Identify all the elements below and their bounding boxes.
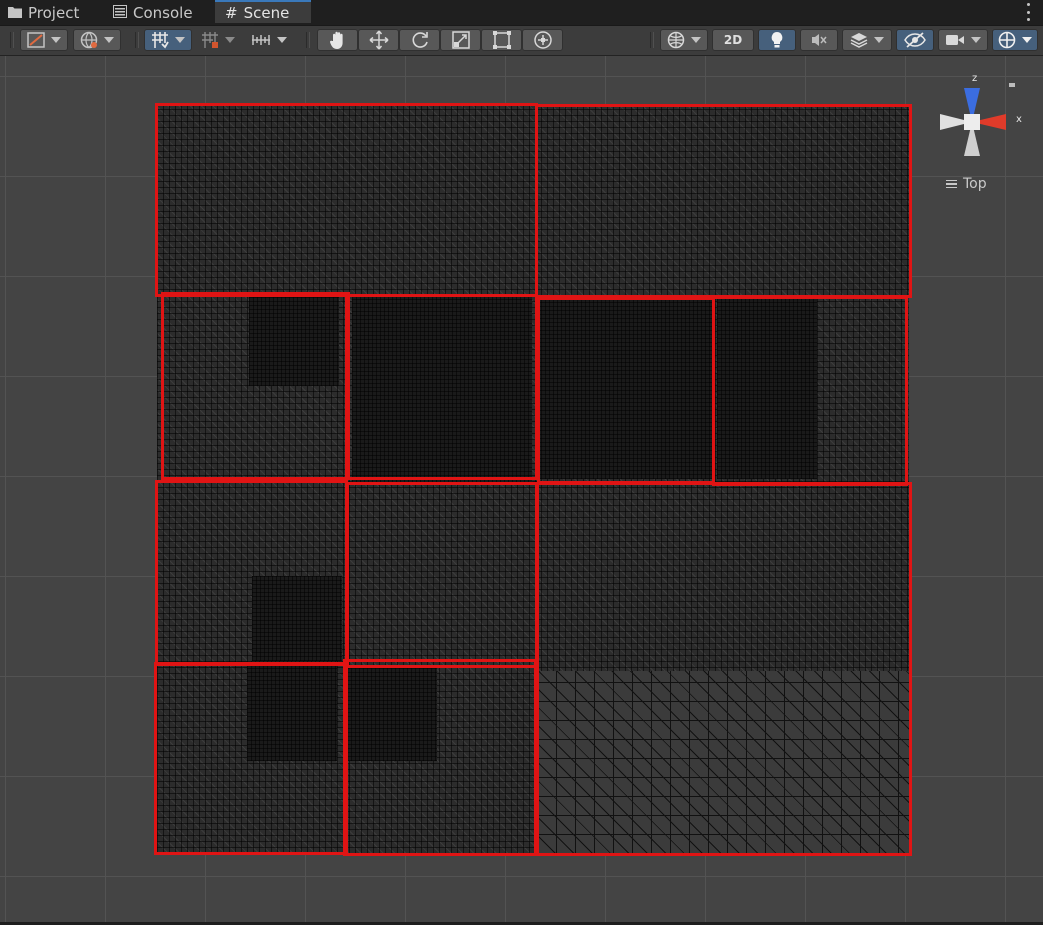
chevron-down-icon: [874, 37, 884, 43]
scene-toolbar: 2D: [0, 26, 1043, 56]
transform-tool-button[interactable]: [522, 29, 563, 51]
terrain-tile-outline[interactable]: [536, 482, 912, 856]
toggle-2d-button[interactable]: 2D: [712, 29, 754, 51]
chevron-down-icon: [175, 37, 185, 43]
chevron-down-icon: [1022, 37, 1032, 43]
tab-console[interactable]: Console: [113, 0, 193, 25]
tab-project[interactable]: Project: [8, 0, 79, 25]
hand-tool-button[interactable]: [317, 29, 358, 51]
render-mode-dropdown[interactable]: [73, 29, 121, 51]
scene-viewport[interactable]: z x Top: [0, 56, 1043, 922]
tab-label: Scene: [243, 3, 290, 22]
terrain-tile-outline[interactable]: [346, 482, 538, 668]
layers-icon: [850, 33, 868, 48]
orientation-gizmo[interactable]: z x: [936, 73, 1026, 184]
terrain-tile-outline[interactable]: [154, 662, 348, 855]
terrain-tile-outline[interactable]: [343, 659, 537, 856]
rotate-icon: [412, 32, 428, 48]
view-orientation-label[interactable]: Top: [946, 176, 987, 192]
axis-cones-icon: [940, 88, 1006, 156]
scene-visibility-toggle[interactable]: [896, 29, 934, 51]
lighting-toggle[interactable]: [758, 29, 796, 51]
transform-icon: [533, 31, 552, 49]
chevron-down-icon: [971, 37, 981, 43]
camera-dropdown[interactable]: [938, 29, 988, 51]
lightbulb-icon: [771, 32, 783, 48]
console-icon: [113, 4, 127, 22]
toolbar-divider: [135, 32, 139, 48]
brush-icon: [27, 32, 45, 48]
more-options-icon[interactable]: [1025, 3, 1031, 21]
perspective-lock-icon[interactable]: [1009, 83, 1015, 87]
chevron-down-icon: [277, 37, 287, 43]
draw-mode-dropdown[interactable]: [20, 29, 68, 51]
menu-lines-icon: [946, 178, 957, 191]
axis-label-z: z: [972, 73, 978, 84]
grid-snapping-toggle[interactable]: [144, 29, 192, 51]
audio-toggle[interactable]: [800, 29, 838, 51]
chevron-down-icon: [51, 37, 61, 43]
gizmos-dropdown[interactable]: [992, 29, 1038, 51]
terrain-tile-outline[interactable]: [712, 296, 908, 486]
camera-icon: [946, 35, 964, 45]
axis-label-x: x: [1016, 114, 1022, 125]
folder-icon: [8, 4, 22, 22]
ruler-snap-dropdown[interactable]: [245, 29, 293, 51]
draw-mode-globe-dropdown[interactable]: [660, 29, 708, 51]
globe-icon: [80, 31, 98, 49]
tab-scene[interactable]: # Scene: [215, 0, 311, 23]
move-arrows-icon: [369, 30, 388, 50]
scale-icon: [451, 31, 470, 49]
terrain-tile-outline[interactable]: [161, 292, 350, 480]
toolbar-divider: [306, 32, 310, 48]
terrain-tile-outline[interactable]: [537, 297, 715, 484]
ruler-icon: [252, 35, 270, 45]
hand-icon: [329, 31, 343, 49]
terrain-tile-outline[interactable]: [535, 104, 912, 298]
chevron-down-icon: [691, 37, 701, 43]
gizmo-icon: [998, 31, 1016, 49]
effects-dropdown[interactable]: [842, 29, 892, 51]
rotate-tool-button[interactable]: [399, 29, 440, 51]
snap-increment-icon: [202, 32, 218, 48]
rect-tool-button[interactable]: [481, 29, 522, 51]
tab-label: Console: [133, 3, 193, 22]
terrain-tile-outline[interactable]: [155, 480, 348, 666]
move-tool-button[interactable]: [358, 29, 399, 51]
view-name: Top: [963, 176, 987, 192]
audio-muted-icon: [812, 34, 827, 46]
tab-bar: Project Console # Scene: [0, 0, 1043, 26]
terrain-tile-outline[interactable]: [345, 294, 538, 480]
chevron-down-icon: [104, 37, 114, 43]
chevron-down-icon: [225, 37, 235, 43]
scene-grid-icon: #: [225, 3, 238, 22]
toolbar-divider: [10, 32, 14, 48]
increment-snap-dropdown[interactable]: [196, 29, 240, 51]
rect-transform-icon: [492, 31, 511, 49]
terrain-tile-outline[interactable]: [155, 103, 538, 297]
grid-snap-icon: [152, 32, 169, 49]
shading-globe-icon: [667, 31, 685, 49]
tab-label: Project: [28, 3, 80, 22]
scale-tool-button[interactable]: [440, 29, 481, 51]
hidden-eye-icon: [904, 32, 926, 48]
toolbar-divider: [650, 32, 654, 48]
